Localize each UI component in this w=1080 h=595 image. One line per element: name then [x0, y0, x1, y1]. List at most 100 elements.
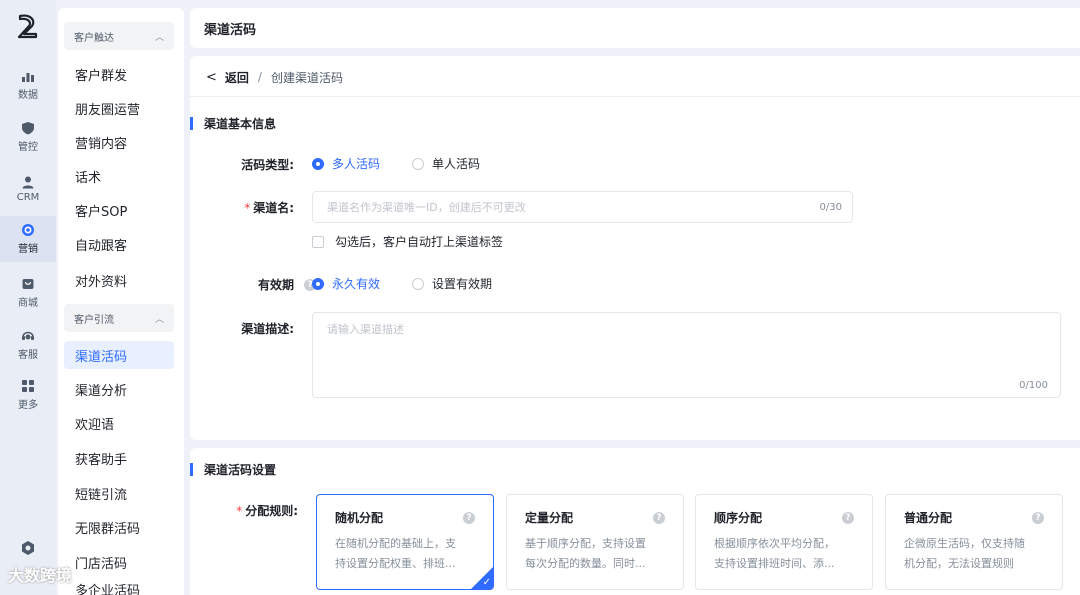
footer-logo: 大数跨境	[8, 566, 73, 585]
rule-desc: 基于顺序分配，支持设置	[525, 537, 646, 550]
grid-icon	[21, 379, 35, 393]
app-rail: 数据 管控 CRM 营销 商城 客服 更多	[0, 0, 56, 595]
sidebar-item-channel-code[interactable]: 渠道活码	[64, 341, 174, 369]
basic-info-card: < 返回 / 创建渠道活码 渠道基本信息 活码类型: 多人活码 单人活码 * 渠道…	[190, 56, 1080, 440]
rule-desc: 支持设置排班时间、添...	[714, 557, 835, 570]
radio-label: 多人活码	[332, 157, 381, 171]
rail-label: 数据	[18, 90, 38, 101]
section-title-basic: 渠道基本信息	[190, 114, 276, 132]
radio-label: 永久有效	[332, 277, 381, 291]
rule-card-normal[interactable]: 普通分配? 企微原生活码，仅支持随 机分配，无法设置规则	[885, 494, 1063, 590]
checkbox-label: 勾选后，客户自动打上渠道标签	[335, 235, 504, 249]
rail-item-control[interactable]: 管控	[0, 114, 56, 160]
required-mark: *	[236, 504, 243, 518]
chevron-left-icon[interactable]: <	[206, 70, 217, 85]
divider	[190, 96, 1080, 97]
rail-label: CRM	[16, 192, 40, 203]
shop-icon	[21, 277, 35, 291]
rule-name: 普通分配	[904, 511, 953, 525]
help-icon[interactable]: ?	[1032, 511, 1044, 524]
sidebar-item[interactable]: 欢迎语	[64, 409, 174, 437]
rail-item-shop[interactable]: 商城	[0, 270, 56, 316]
rail-item-crm[interactable]: CRM	[0, 166, 56, 212]
sidebar-item[interactable]: 获客助手	[64, 444, 174, 472]
rail-label: 更多	[18, 400, 38, 411]
help-icon[interactable]: ?	[653, 511, 665, 524]
chart-icon	[21, 69, 35, 83]
help-icon[interactable]: ?	[842, 511, 854, 524]
rule-name: 顺序分配	[714, 511, 763, 525]
radio-permanent[interactable]: 永久有效	[312, 275, 380, 292]
sidebar-group-acquire[interactable]: 客户引流 ︿	[64, 304, 174, 332]
section-accent-bar	[190, 462, 193, 476]
sidebar-group-label: 客户触达	[74, 32, 114, 44]
sidebar-item[interactable]: 多企业活码	[64, 575, 174, 595]
textarea-placeholder: 请输入渠道描述	[327, 323, 404, 336]
settings-card: 渠道活码设置 * 分配规则: 随机分配? 在随机分配的基础上，支 持设置分配权重、排…	[190, 448, 1080, 595]
sidebar-item[interactable]: 无限群活码	[64, 513, 174, 541]
rail-label: 客服	[18, 350, 38, 361]
rule-desc: 企微原生活码，仅支持随	[904, 537, 1025, 550]
input-placeholder: 渠道名作为渠道唯一ID，创建后不可更改	[327, 201, 526, 214]
breadcrumb-current: 创建渠道活码	[270, 70, 343, 85]
code-type-label: 活码类型:	[241, 158, 294, 172]
rail-item-data[interactable]: 数据	[0, 62, 56, 108]
rule-name: 定量分配	[525, 511, 574, 525]
rail-label: 营销	[18, 244, 38, 255]
chevron-up-icon: ︿	[154, 314, 164, 325]
rule-desc: 根据顺序依次平均分配，	[714, 537, 835, 550]
sidebar-item[interactable]: 话术	[64, 162, 174, 190]
radio-label: 单人活码	[432, 157, 481, 171]
rule-desc: 机分配，无法设置规则	[904, 557, 1014, 570]
channel-name-input[interactable]: 渠道名作为渠道唯一ID，创建后不可更改 0/30	[312, 191, 853, 223]
char-count: 0/100	[1019, 380, 1048, 391]
help-icon[interactable]: ?	[463, 511, 475, 524]
radio-multi-code[interactable]: 多人活码	[312, 155, 380, 172]
required-mark: *	[244, 201, 251, 215]
rail-item-service[interactable]: 客服	[0, 322, 56, 368]
sidebar-item[interactable]: 客户SOP	[64, 196, 174, 224]
desc-textarea[interactable]: 请输入渠道描述 0/100	[312, 312, 1061, 398]
char-count: 0/30	[819, 201, 842, 213]
breadcrumb: < 返回 / 创建渠道活码	[206, 68, 343, 86]
sidebar-item[interactable]: 短链引流	[64, 479, 174, 507]
rail-item-more[interactable]: 更多	[0, 372, 56, 418]
settings-hex-icon[interactable]	[20, 540, 36, 556]
radio-dot	[412, 277, 424, 290]
section-title-text: 渠道基本信息	[204, 116, 277, 131]
sidebar-item[interactable]: 朋友圈运营	[64, 94, 174, 122]
sidebar-item[interactable]: 自动跟客	[64, 230, 174, 258]
radio-dot	[412, 157, 424, 170]
rule-card-random[interactable]: 随机分配? 在随机分配的基础上，支 持设置分配权重、排班... ✓	[316, 494, 494, 590]
sidebar-group-label: 客户引流	[74, 314, 114, 326]
validity-label: 有效期 ?	[204, 276, 316, 293]
sidebar-item[interactable]: 门店活码	[64, 548, 174, 576]
back-link[interactable]: 返回	[225, 69, 249, 86]
rail-label: 商城	[18, 298, 38, 309]
desc-label: 渠道描述:	[241, 322, 294, 336]
radio-single-code[interactable]: 单人活码	[412, 155, 480, 172]
radio-dot	[312, 277, 324, 290]
radio-label: 设置有效期	[432, 277, 493, 291]
secondary-sidebar: 客户触达 ︿ 客户群发 朋友圈运营 营销内容 话术 客户SOP 自动跟客 对外资…	[58, 8, 184, 595]
rule-card-sequential[interactable]: 顺序分配? 根据顺序依次平均分配， 支持设置排班时间、添...	[695, 494, 873, 590]
radio-set-validity[interactable]: 设置有效期	[412, 275, 492, 292]
sidebar-item[interactable]: 对外资料	[64, 266, 174, 294]
sidebar-item[interactable]: 营销内容	[64, 128, 174, 156]
sidebar-group-reach[interactable]: 客户触达 ︿	[64, 22, 174, 50]
rail-item-marketing[interactable]: 营销	[0, 216, 56, 262]
sidebar-item[interactable]: 客户群发	[64, 60, 174, 88]
rule-desc: 在随机分配的基础上，支	[335, 537, 456, 550]
headset-icon	[21, 329, 35, 343]
breadcrumb-separator: /	[257, 70, 262, 84]
shield-icon	[21, 121, 35, 135]
section-title-settings: 渠道活码设置	[190, 460, 276, 478]
checkbox-box	[312, 235, 324, 248]
rule-name: 随机分配	[335, 511, 384, 525]
rail-label: 管控	[18, 142, 38, 153]
app-logo-icon[interactable]	[14, 12, 42, 40]
sidebar-item[interactable]: 渠道分析	[64, 375, 174, 403]
auto-tag-checkbox[interactable]: 勾选后，客户自动打上渠道标签	[312, 233, 503, 250]
rule-card-quota[interactable]: 定量分配? 基于顺序分配，支持设置 每次分配的数量。同时...	[506, 494, 684, 590]
radio-dot	[312, 157, 324, 170]
